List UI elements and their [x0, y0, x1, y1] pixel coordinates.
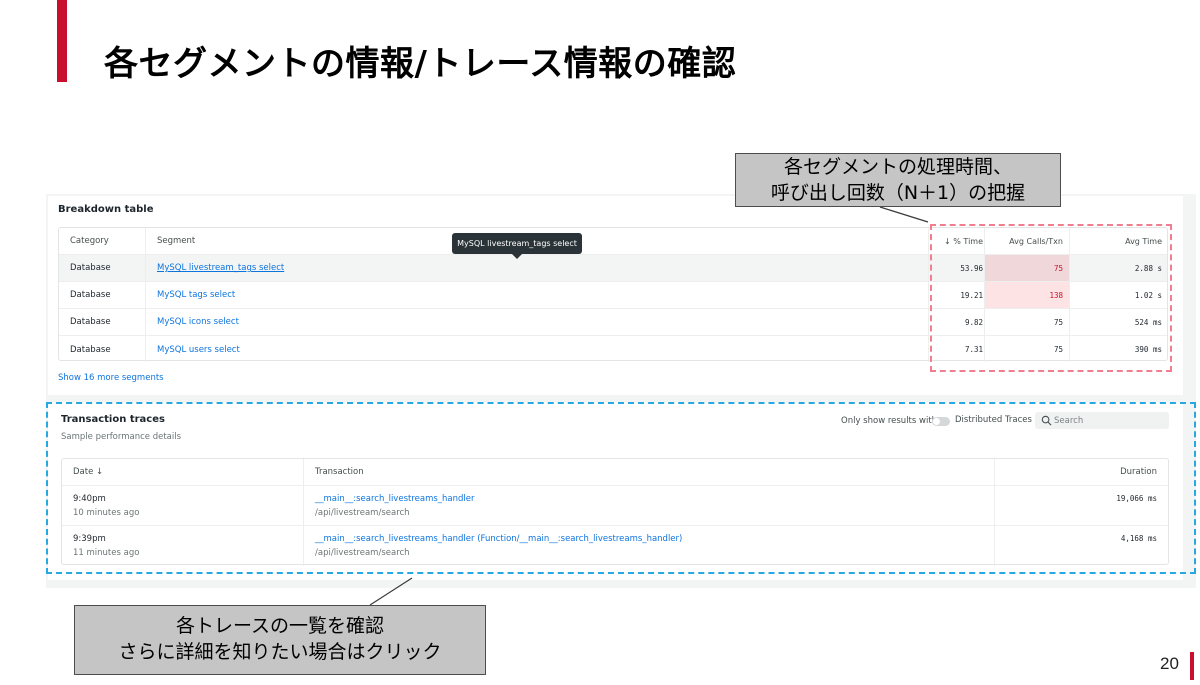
- callout-segment-metrics: 各セグメントの処理時間、 呼び出し回数（N＋1）の把握: [735, 153, 1061, 207]
- segment-link[interactable]: MySQL icons select: [157, 309, 239, 335]
- segment-tooltip: MySQL livestream_tags select: [452, 233, 582, 259]
- traces-highlight-box: [46, 402, 1196, 574]
- row-category: Database: [70, 263, 111, 273]
- column-divider: [928, 228, 929, 362]
- row-category: Database: [70, 344, 111, 355]
- row-category: Database: [70, 290, 111, 300]
- callout-text: 各トレースの一覧を確認: [175, 615, 385, 637]
- segment-link[interactable]: MySQL livestream_tags select: [157, 255, 284, 281]
- col-segment[interactable]: Segment: [157, 228, 195, 254]
- metrics-highlight-box: [930, 224, 1172, 372]
- callout-text: 各セグメントの処理時間、: [783, 156, 1012, 178]
- row-category: Database: [70, 317, 111, 327]
- col-category[interactable]: Category: [70, 228, 109, 254]
- callout-trace-list: 各トレースの一覧を確認 さらに詳細を知りたい場合はクリック: [74, 605, 486, 675]
- page-number: 20: [1160, 654, 1179, 673]
- column-divider: [145, 228, 146, 362]
- segment-link[interactable]: MySQL users select: [157, 336, 240, 363]
- show-more-segments-link[interactable]: Show 16 more segments: [58, 373, 164, 383]
- callout-text: さらに詳細を知りたい場合はクリック: [118, 641, 442, 663]
- page-accent-bar: [1190, 652, 1194, 680]
- segment-link[interactable]: MySQL tags select: [157, 282, 235, 308]
- slide-title: 各セグメントの情報/トレース情報の確認: [104, 44, 737, 84]
- accent-bar: [57, 0, 67, 82]
- callout-text: 呼び出し回数（N＋1）の把握: [770, 182, 1026, 204]
- breakdown-title: Breakdown table: [58, 204, 154, 215]
